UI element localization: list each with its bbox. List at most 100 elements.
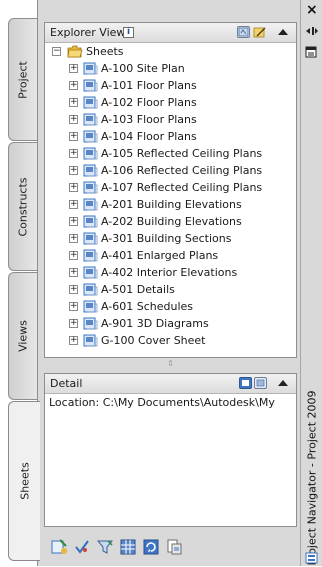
sheet-icon [83,249,98,262]
expand-icon[interactable]: + [69,234,78,243]
tree-item-sheet[interactable]: + G-100 Cover Sheet [45,332,296,349]
expand-icon[interactable]: + [69,149,78,158]
refresh-tool-icon[interactable] [142,538,160,556]
detail-title: Detail [50,377,83,390]
expand-icon[interactable]: + [69,302,78,311]
main-area: Explorer View i − Sheets + A-100 Site Pl… [37,0,300,566]
info-icon[interactable]: i [123,27,134,38]
tree-item-label: A-401 Enlarged Plans [101,249,219,262]
check-tool-icon[interactable] [73,538,91,556]
tree-root-sheets[interactable]: − Sheets [45,43,296,60]
tree-item-label: A-601 Schedules [101,300,194,313]
auto-hide-icon[interactable] [305,26,319,36]
tree-item-label: A-301 Building Sections [101,232,232,245]
sheet-icon [83,79,98,92]
tree-item-sheet[interactable]: + A-101 Floor Plans [45,77,296,94]
tree-root-label: Sheets [86,45,124,58]
collapse-detail-icon[interactable] [278,380,288,386]
tree-item-sheet[interactable]: + A-104 Floor Plans [45,128,296,145]
explorer-view-title: Explorer View [50,26,126,39]
tree-item-sheet[interactable]: + A-402 Interior Elevations [45,264,296,281]
tree-item-label: A-104 Floor Plans [101,130,197,143]
sheet-icon [83,215,98,228]
tab-sheets[interactable]: Sheets [8,401,40,561]
tab-sheets-label: Sheets [18,462,31,500]
tree-item-label: A-102 Floor Plans [101,96,197,109]
add-sheet-icon[interactable] [50,538,68,556]
sheet-icon [83,198,98,211]
sheet-tree: − Sheets + A-100 Site Plan + A-101 Floor Pl… [45,43,296,349]
expand-icon[interactable]: + [69,166,78,175]
publish-tool-icon[interactable] [165,538,183,556]
expand-icon[interactable]: + [69,98,78,107]
expand-icon[interactable]: + [69,217,78,226]
expand-icon[interactable]: + [69,183,78,192]
project-navigator-icon [305,552,318,564]
expand-icon[interactable]: + [69,115,78,124]
tree-item-label: A-106 Reflected Ceiling Plans [101,164,263,177]
expand-icon[interactable]: + [69,64,78,73]
expand-icon[interactable]: + [69,336,78,345]
toggle-view-icon[interactable] [237,26,250,38]
tree-item-sheet[interactable]: + A-106 Reflected Ceiling Plans [45,162,296,179]
tree-item-label: A-103 Floor Plans [101,113,197,126]
expand-icon[interactable]: + [69,268,78,277]
collapse-icon[interactable]: − [52,47,61,56]
tree-item-sheet[interactable]: + A-102 Floor Plans [45,94,296,111]
tab-views[interactable]: Views [8,272,37,400]
detail-header: Detail [45,374,296,394]
table-tool-icon[interactable] [119,538,137,556]
folder-icon [67,45,83,58]
filter-tool-icon[interactable] [96,538,114,556]
tab-constructs[interactable]: Constructs [8,142,37,271]
tree-item-label: G-100 Cover Sheet [101,334,206,347]
tree-item-label: A-201 Building Elevations [101,198,242,211]
location-text: Location: C:\My Documents\Autodesk\My [49,396,275,409]
sheet-icon [83,266,98,279]
preview-icon[interactable] [254,377,267,389]
tree-item-sheet[interactable]: + A-100 Site Plan [45,60,296,77]
tree-item-label: A-501 Details [101,283,175,296]
tab-constructs-label: Constructs [16,176,30,237]
sheet-icon [83,130,98,143]
tree-item-sheet[interactable]: + A-202 Building Elevations [45,213,296,230]
tree-item-sheet[interactable]: + A-301 Building Sections [45,230,296,247]
splitter-grip-icon[interactable]: ⇕ [45,359,296,369]
sheet-icon [83,96,98,109]
expand-icon[interactable]: + [69,251,78,260]
tree-item-label: A-901 3D Diagrams [101,317,209,330]
repath-icon[interactable] [253,26,266,38]
tree-item-sheet[interactable]: + A-601 Schedules [45,298,296,315]
tree-item-sheet[interactable]: + A-401 Enlarged Plans [45,247,296,264]
sheet-icon [83,147,98,160]
tree-item-sheet[interactable]: + A-103 Floor Plans [45,111,296,128]
tab-project-label: Project [16,60,30,99]
tree-item-sheet[interactable]: + A-107 Reflected Ceiling Plans [45,179,296,196]
sheet-icon [83,164,98,177]
expand-icon[interactable]: + [69,319,78,328]
expand-icon[interactable]: + [69,200,78,209]
sheet-icon [83,113,98,126]
sheet-icon [83,317,98,330]
properties-icon[interactable] [305,46,317,58]
expand-icon[interactable]: + [69,285,78,294]
expand-icon[interactable]: + [69,132,78,141]
detail-view-icon[interactable] [239,377,252,389]
bottom-toolbar [44,535,224,559]
sheet-icon [83,181,98,194]
tree-item-label: A-105 Reflected Ceiling Plans [101,147,263,160]
tab-strip: Project Constructs Views Sheets [0,0,40,566]
close-icon[interactable]: × [306,2,318,18]
palette-title: Project Navigator - Project 2009 [305,390,319,566]
expand-icon[interactable]: + [69,81,78,90]
tab-project[interactable]: Project [8,18,37,141]
sheet-icon [83,62,98,75]
tree-item-sheet[interactable]: + A-201 Building Elevations [45,196,296,213]
tree-item-sheet[interactable]: + A-501 Details [45,281,296,298]
tree-item-sheet[interactable]: + A-105 Reflected Ceiling Plans [45,145,296,162]
explorer-view-header: Explorer View i [45,23,296,43]
tree-item-sheet[interactable]: + A-901 3D Diagrams [45,315,296,332]
sheet-icon [83,334,98,347]
collapse-explorer-icon[interactable] [278,29,288,35]
tree-item-label: A-107 Reflected Ceiling Plans [101,181,263,194]
